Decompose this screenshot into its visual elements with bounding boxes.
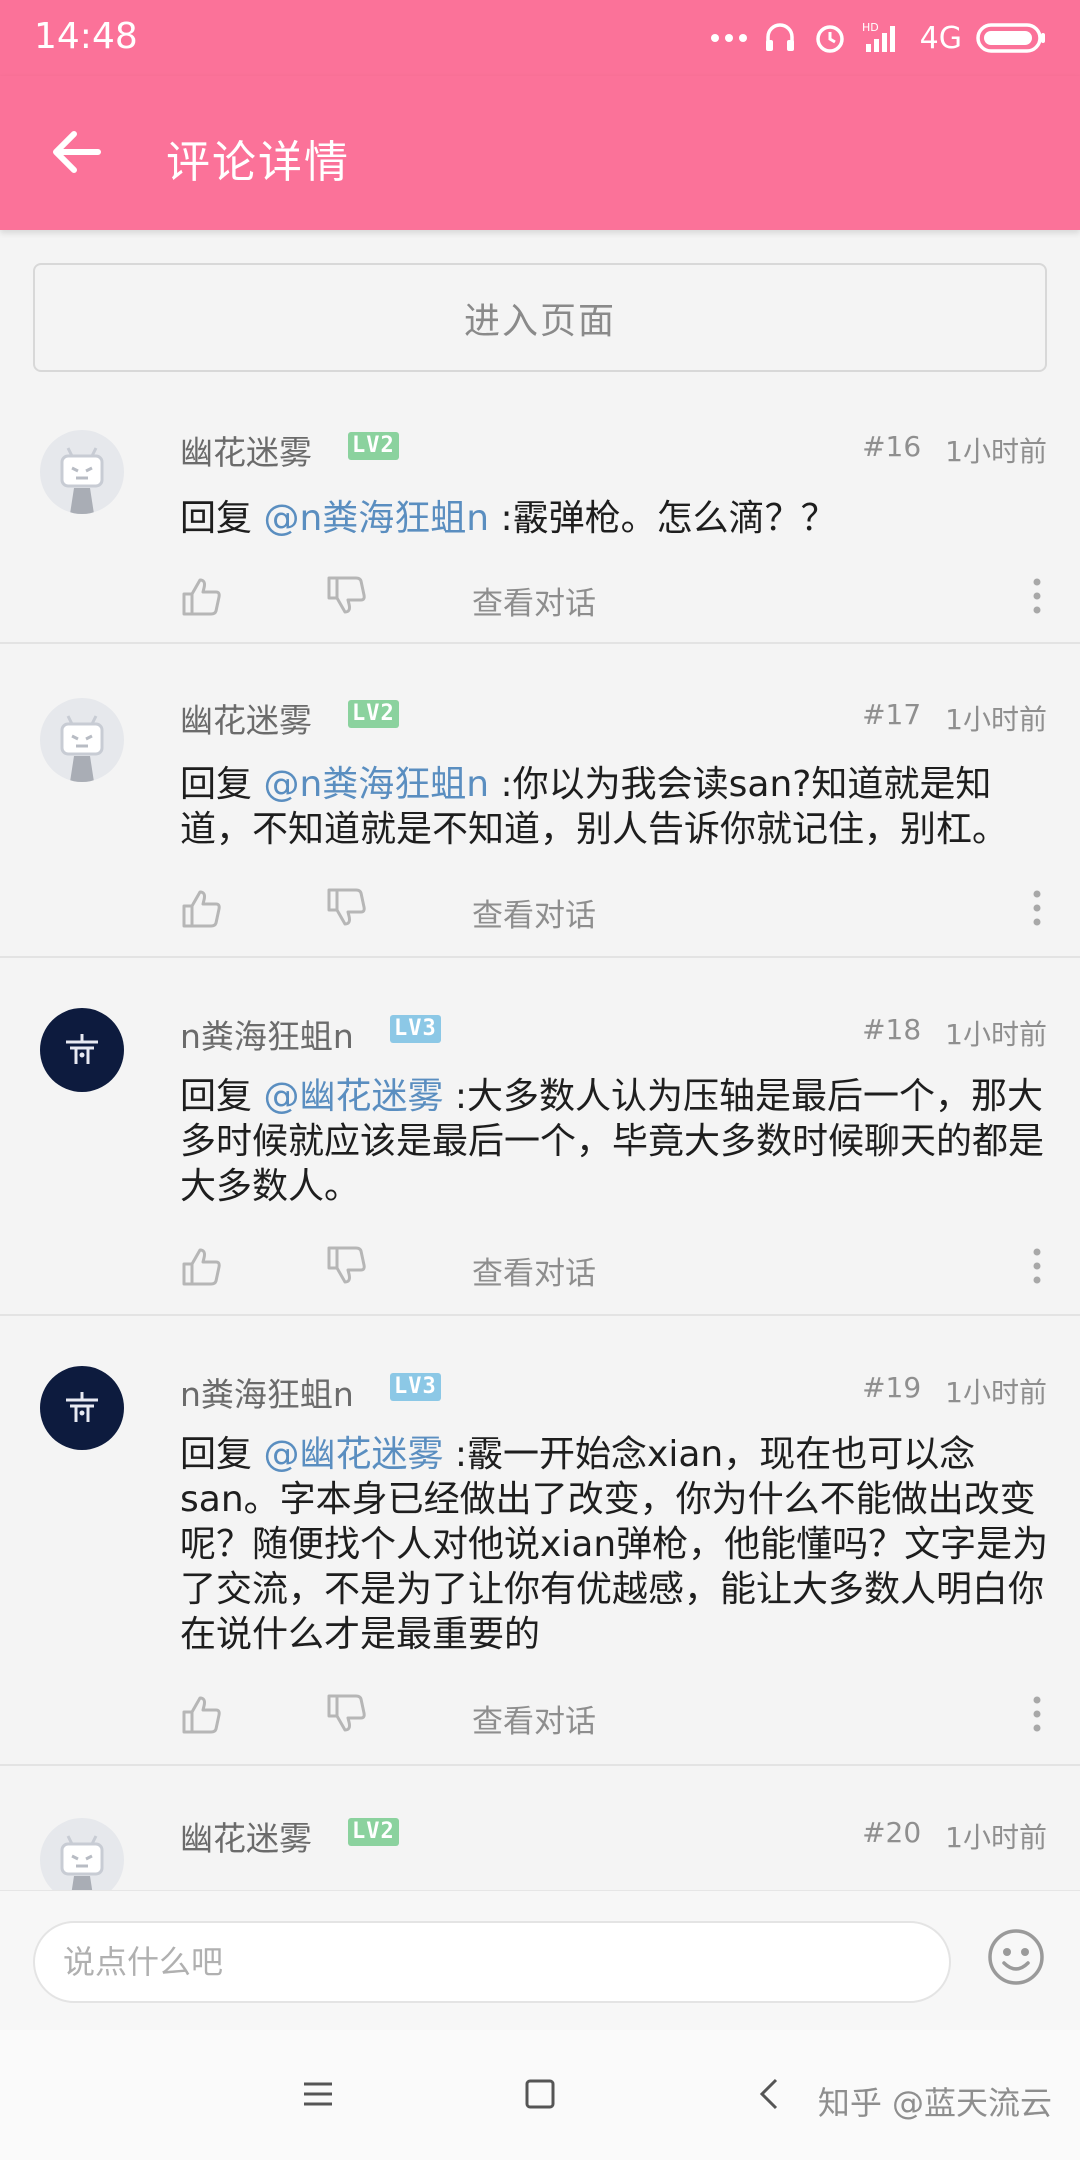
thumbs-down-icon[interactable] bbox=[325, 1692, 369, 1736]
comment-actions: 查看对话 bbox=[180, 1692, 1050, 1742]
thumbs-down-icon[interactable] bbox=[325, 574, 369, 618]
avatar[interactable] bbox=[40, 1818, 124, 1890]
comment-time: 1小时前 bbox=[945, 1018, 1047, 1051]
floor-number: #16 bbox=[862, 430, 922, 463]
thumbs-down-icon[interactable] bbox=[325, 1244, 369, 1288]
thumbs-up-icon[interactable] bbox=[180, 574, 224, 618]
thumbs-up-icon[interactable] bbox=[180, 1692, 224, 1736]
view-dialog-link[interactable]: 查看对话 bbox=[472, 890, 596, 935]
network-type: 4G bbox=[919, 20, 962, 56]
comment-meta: #18 1小时前 bbox=[862, 1013, 1047, 1053]
mention-link[interactable]: @n粪海狂蛆n bbox=[263, 764, 489, 805]
emoji-icon[interactable] bbox=[986, 1927, 1046, 1987]
comment-text: 回复 @幽花迷雾 :霰一开始念xian，现在也可以念san。字本身已经做出了改变… bbox=[180, 1432, 1050, 1657]
watermark: 知乎 @蓝天流云 bbox=[817, 2084, 1052, 2122]
status-time: 14:48 bbox=[34, 16, 138, 57]
more-vertical-icon[interactable] bbox=[1030, 1244, 1044, 1288]
mention-link[interactable]: @幽花迷雾 bbox=[263, 1434, 443, 1475]
headset-icon bbox=[765, 23, 794, 51]
default-avatar-icon bbox=[60, 447, 104, 514]
comment-item: 幽花迷雾 LV2 #16 1小时前 回复 @n粪海狂蛆n :霰弹枪。怎么滴？？ … bbox=[0, 404, 1080, 644]
view-dialog-link[interactable]: 查看对话 bbox=[472, 1696, 596, 1741]
mention-link[interactable]: @幽花迷雾 bbox=[263, 1076, 443, 1117]
level-badge: LV2 bbox=[348, 432, 399, 460]
svg-text:HD: HD bbox=[862, 21, 879, 34]
comment-item: 幽花迷雾 LV2 #17 1小时前 回复 @n粪海狂蛆n :你以为我会读san?… bbox=[0, 644, 1080, 958]
level-badge: LV2 bbox=[348, 700, 399, 728]
username[interactable]: 幽花迷雾 bbox=[180, 694, 312, 742]
level-badge: LV3 bbox=[390, 1015, 441, 1043]
more-vertical-icon[interactable] bbox=[1030, 574, 1044, 618]
signal-icon: HD bbox=[862, 21, 895, 52]
comment-text: 回复 @n粪海狂蛆n :霰弹枪。怎么滴？？ bbox=[180, 496, 1050, 541]
username[interactable]: n粪海狂蛆n bbox=[180, 1010, 354, 1058]
status-icons: HD 4G bbox=[710, 14, 1046, 62]
level-badge: LV3 bbox=[390, 1373, 441, 1401]
comment-item: 幽花迷雾 LV2 #20 1小时前 bbox=[0, 1766, 1080, 1890]
default-avatar-icon bbox=[60, 715, 104, 782]
reply-prefix: 回复 bbox=[180, 1434, 264, 1475]
username[interactable]: 幽花迷雾 bbox=[180, 426, 312, 474]
comment-time: 1小时前 bbox=[945, 1821, 1047, 1854]
comment-actions: 查看对话 bbox=[180, 1244, 1050, 1294]
status-bar: 14:48 HD 4G bbox=[0, 0, 1080, 76]
enter-page-button[interactable]: 进入页面 bbox=[33, 263, 1047, 372]
comment-meta: #16 1小时前 bbox=[862, 430, 1047, 470]
floor-number: #18 bbox=[862, 1013, 922, 1046]
back-icon[interactable] bbox=[750, 2074, 790, 2114]
comment-item: n粪海狂蛆n LV3 #19 1小时前 回复 @幽花迷雾 :霰一开始念xian，… bbox=[0, 1316, 1080, 1766]
reply-prefix: 回复 bbox=[180, 498, 264, 539]
more-vertical-icon[interactable] bbox=[1030, 886, 1044, 930]
avatar[interactable] bbox=[40, 430, 124, 514]
comment-text: 回复 @幽花迷雾 :大多数人认为压轴是最后一个，那大多时候就应该是最后一个，毕竟… bbox=[180, 1074, 1050, 1209]
user-avatar-icon bbox=[66, 1392, 98, 1422]
user-avatar-icon bbox=[66, 1034, 98, 1064]
thumbs-up-icon[interactable] bbox=[180, 886, 224, 930]
comment-text: 回复 @n粪海狂蛆n :你以为我会读san?知道就是知道，不知道就是不知道，别人… bbox=[180, 762, 1050, 852]
alarm-icon bbox=[815, 25, 844, 53]
username[interactable]: n粪海狂蛆n bbox=[180, 1368, 354, 1416]
level-badge: LV2 bbox=[348, 1818, 399, 1846]
default-avatar-icon bbox=[60, 1835, 104, 1890]
comment-body: :霰弹枪。怎么滴？？ bbox=[489, 498, 837, 539]
floor-number: #17 bbox=[862, 698, 922, 731]
battery-icon bbox=[976, 23, 1045, 53]
view-dialog-link[interactable]: 查看对话 bbox=[472, 1248, 596, 1293]
menu-icon[interactable] bbox=[298, 2074, 338, 2114]
floor-number: #20 bbox=[862, 1816, 922, 1849]
username[interactable]: 幽花迷雾 bbox=[180, 1812, 312, 1860]
comment-item: n粪海狂蛆n LV3 #18 1小时前 回复 @幽花迷雾 :大多数人认为压轴是最… bbox=[0, 958, 1080, 1316]
more-dots-icon bbox=[710, 34, 747, 42]
mention-link[interactable]: @n粪海狂蛆n bbox=[263, 498, 489, 539]
comment-time: 1小时前 bbox=[945, 435, 1047, 468]
comment-input-bar: 说点什么吧 bbox=[0, 1890, 1080, 2030]
avatar[interactable] bbox=[40, 1366, 124, 1450]
reply-prefix: 回复 bbox=[180, 764, 264, 805]
thumbs-down-icon[interactable] bbox=[325, 886, 369, 930]
thumbs-up-icon[interactable] bbox=[180, 1244, 224, 1288]
reply-prefix: 回复 bbox=[180, 1076, 264, 1117]
comment-meta: #17 1小时前 bbox=[862, 698, 1047, 738]
comment-actions: 查看对话 bbox=[180, 886, 1050, 936]
home-icon[interactable] bbox=[520, 2074, 560, 2114]
comment-meta: #19 1小时前 bbox=[862, 1371, 1047, 1411]
avatar[interactable] bbox=[40, 698, 124, 782]
more-vertical-icon[interactable] bbox=[1030, 1692, 1044, 1736]
avatar[interactable] bbox=[40, 1008, 124, 1092]
page-title: 评论详情 bbox=[166, 137, 350, 188]
back-arrow-icon[interactable] bbox=[44, 120, 108, 184]
comment-time: 1小时前 bbox=[945, 1376, 1047, 1409]
comment-time: 1小时前 bbox=[945, 703, 1047, 736]
floor-number: #19 bbox=[862, 1371, 922, 1404]
comment-actions: 查看对话 bbox=[180, 574, 1050, 624]
comment-meta: #20 1小时前 bbox=[862, 1816, 1047, 1856]
app-bar: 评论详情 bbox=[0, 76, 1080, 230]
comment-input[interactable]: 说点什么吧 bbox=[33, 1921, 951, 2003]
view-dialog-link[interactable]: 查看对话 bbox=[472, 578, 596, 623]
